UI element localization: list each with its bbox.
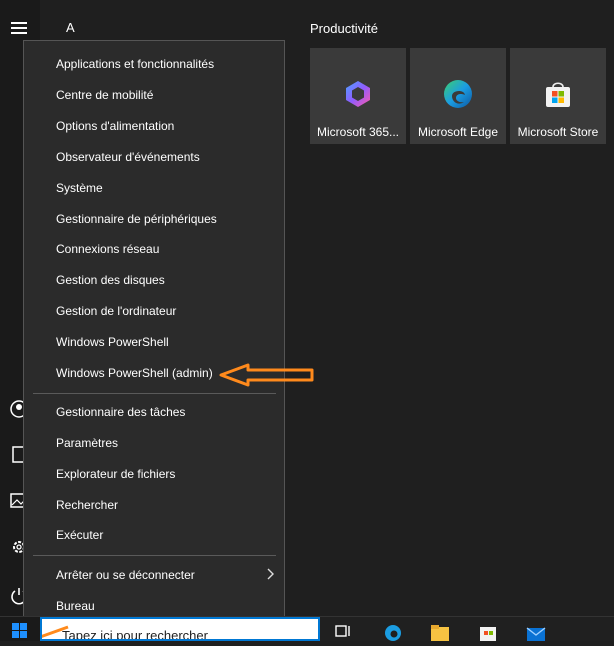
menu-item-settings[interactable]: Paramètres xyxy=(24,428,284,458)
menu-item-system[interactable]: Système xyxy=(24,173,284,203)
menu-item-windows-powershell[interactable]: Windows PowerShell xyxy=(24,327,284,357)
menu-item-event-viewer[interactable]: Observateur d'événements xyxy=(24,142,284,172)
menu-item-device-manager[interactable]: Gestionnaire de périphériques xyxy=(24,204,284,234)
letter-header: A xyxy=(66,20,75,35)
menu-item-search[interactable]: Rechercher xyxy=(24,490,284,520)
menu-item-label: Windows PowerShell xyxy=(56,335,169,349)
menu-item-task-manager[interactable]: Gestionnaire des tâches xyxy=(24,397,284,427)
menu-item-run[interactable]: Exécuter xyxy=(24,520,284,550)
menu-item-label: Observateur d'événements xyxy=(56,150,200,164)
tile-microsoft-store[interactable]: Microsoft Store xyxy=(510,48,606,144)
menu-item-label: Système xyxy=(56,181,103,195)
start-button[interactable] xyxy=(0,617,40,641)
store-icon[interactable] xyxy=(478,623,498,641)
menu-item-label: Gestion de l'ordinateur xyxy=(56,304,177,318)
windows-logo-icon xyxy=(12,623,27,638)
menu-item-label: Explorateur de fichiers xyxy=(56,467,176,481)
winx-context-menu: Applications et fonctionnalités Centre d… xyxy=(23,40,285,623)
taskbar: Tapez ici pour rechercher xyxy=(0,616,614,641)
menu-item-label: Connexions réseau xyxy=(56,242,160,256)
menu-item-label: Options d'alimentation xyxy=(56,119,175,133)
menu-separator xyxy=(33,555,276,556)
taskbar-search-box[interactable]: Tapez ici pour rechercher xyxy=(40,617,320,641)
menu-item-label: Exécuter xyxy=(56,528,104,542)
tile-microsoft-edge[interactable]: Microsoft Edge xyxy=(410,48,506,144)
menu-item-label: Gestion des disques xyxy=(56,273,165,287)
menu-item-shutdown-signout[interactable]: Arrêter ou se déconnecter xyxy=(24,560,284,590)
task-view-icon[interactable] xyxy=(335,623,355,641)
menu-item-file-explorer[interactable]: Explorateur de fichiers xyxy=(24,459,284,489)
chevron-right-icon xyxy=(267,568,275,583)
annotation-arrow-tip-icon xyxy=(42,625,69,638)
menu-item-label: Paramètres xyxy=(56,436,119,450)
hamburger-icon[interactable] xyxy=(8,17,30,39)
menu-item-applications[interactable]: Applications et fonctionnalités xyxy=(24,49,284,79)
menu-item-label: Arrêter ou se déconnecter xyxy=(56,568,195,582)
menu-item-computer-management[interactable]: Gestion de l'ordinateur xyxy=(24,296,284,326)
file-explorer-icon[interactable] xyxy=(430,623,450,641)
menu-item-label: Rechercher xyxy=(56,498,119,512)
menu-item-power-options[interactable]: Options d'alimentation xyxy=(24,111,284,141)
menu-item-mobility-center[interactable]: Centre de mobilité xyxy=(24,80,284,110)
menu-item-label: Windows PowerShell (admin) xyxy=(56,366,213,380)
search-placeholder: Tapez ici pour rechercher xyxy=(62,628,208,641)
annotation-arrow-icon xyxy=(219,363,314,387)
microsoft-365-icon xyxy=(342,78,374,110)
menu-item-label: Applications et fonctionnalités xyxy=(56,57,215,71)
tile-label: Microsoft Store xyxy=(517,125,599,139)
menu-separator xyxy=(33,393,276,394)
tile-group-title: Productivité xyxy=(310,21,378,36)
edge-icon[interactable] xyxy=(383,623,403,641)
menu-item-disk-management[interactable]: Gestion des disques xyxy=(24,265,284,295)
menu-item-label: Gestionnaire de périphériques xyxy=(56,212,217,226)
mail-icon[interactable] xyxy=(526,623,546,641)
menu-item-label: Centre de mobilité xyxy=(56,88,154,102)
edge-icon xyxy=(442,78,474,110)
tile-microsoft-365[interactable]: Microsoft 365... xyxy=(310,48,406,144)
tile-label: Microsoft 365... xyxy=(316,125,400,139)
menu-item-network-connections[interactable]: Connexions réseau xyxy=(24,234,284,264)
menu-item-label: Bureau xyxy=(56,599,95,613)
store-icon xyxy=(542,78,574,110)
tile-label: Microsoft Edge xyxy=(417,125,499,139)
menu-item-label: Gestionnaire des tâches xyxy=(56,405,186,419)
